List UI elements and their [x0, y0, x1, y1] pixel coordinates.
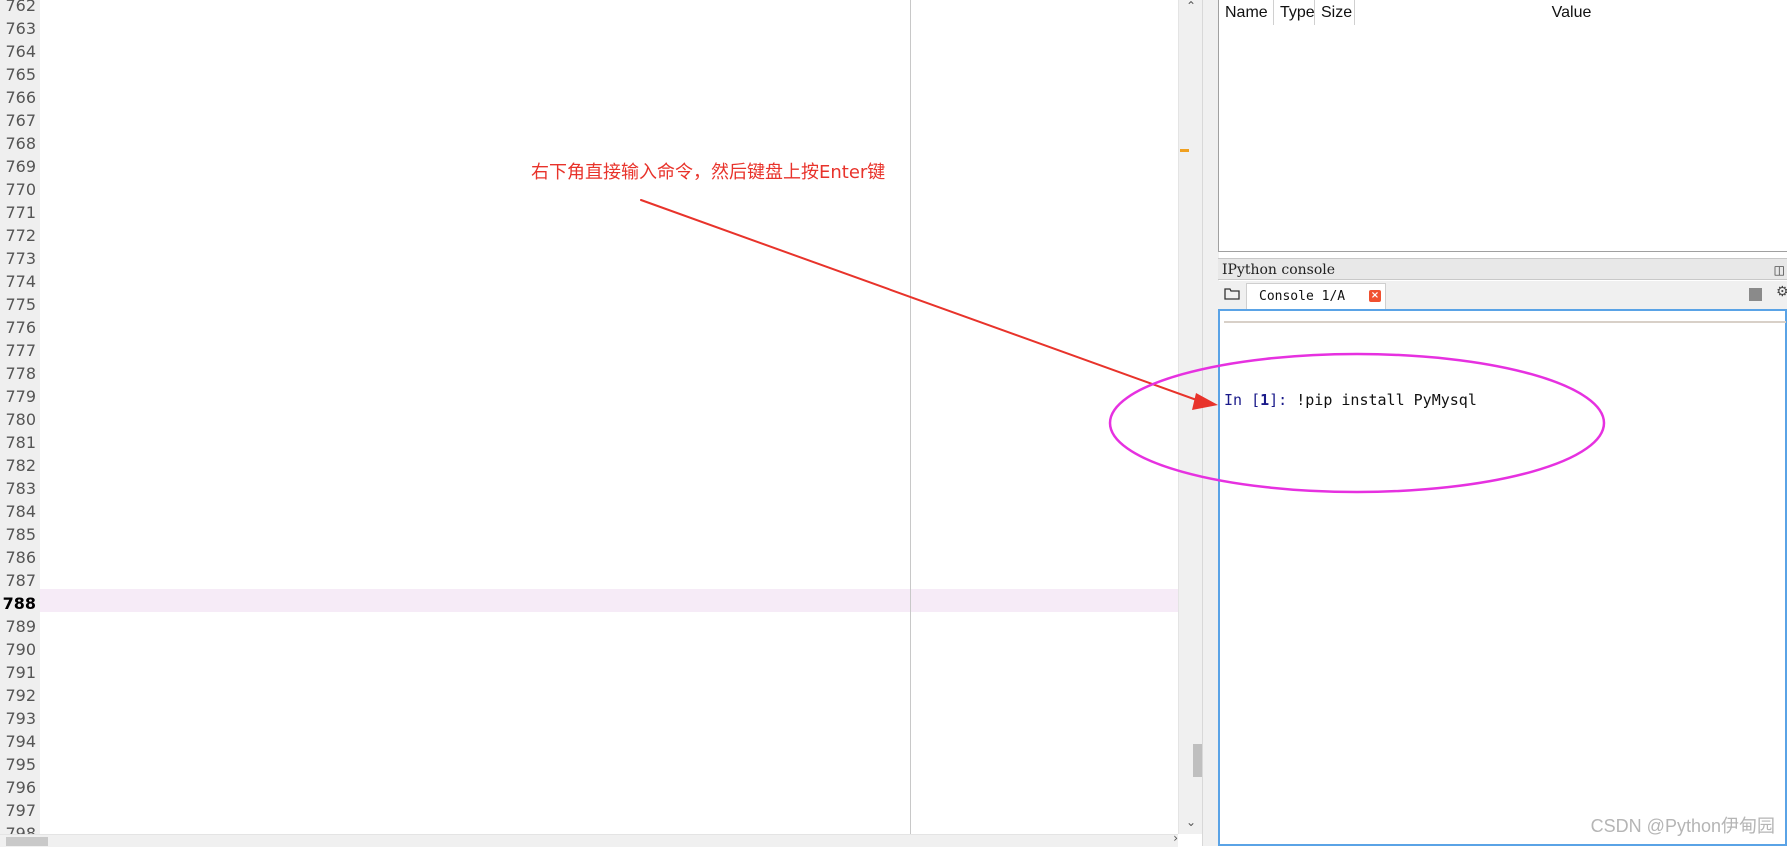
scroll-thumb[interactable]: [1193, 744, 1202, 777]
current-line-highlight: [40, 589, 1178, 612]
watermark: CSDN @Python伊甸园: [1590, 816, 1775, 836]
line-number: 786: [5, 548, 36, 567]
line-number: 766: [5, 88, 36, 107]
line-number: 795: [5, 755, 36, 774]
line-number: 765: [5, 65, 36, 84]
chevron-down-icon[interactable]: ⌄: [1179, 812, 1203, 832]
line-number: 798: [5, 824, 36, 834]
code-editor[interactable]: 762 763 764 765 766 767 768 769 770 771 772 773 774 7…: [0, 0, 1202, 846]
line-number: 792: [5, 686, 36, 705]
variable-explorer-header: Name Type Size Value: [1219, 0, 1787, 25]
tab-console-1a[interactable]: Console 1/A ×: [1246, 283, 1386, 309]
console-output[interactable]: In [1]: !pip install PyMysql: [1218, 309, 1787, 846]
line-number: 787: [5, 571, 36, 590]
line-number: 797: [5, 801, 36, 820]
folder-icon[interactable]: [1224, 287, 1240, 300]
line-number: 782: [5, 456, 36, 475]
line-number: 785: [5, 525, 36, 544]
line-number: 779: [5, 387, 36, 406]
hscroll-thumb[interactable]: [6, 837, 48, 846]
line-number: 767: [5, 111, 36, 130]
console-pane-title: IPython console ◫: [1218, 258, 1787, 280]
line-number: 783: [5, 479, 36, 498]
line-number: 793: [5, 709, 36, 728]
line-number: 789: [5, 617, 36, 636]
annotation-text: 右下角直接输入命令，然后键盘上按Enter键: [531, 162, 886, 183]
stop-icon[interactable]: [1749, 288, 1762, 301]
column-size[interactable]: Size: [1315, 0, 1355, 25]
line-number: 774: [5, 272, 36, 291]
line-number: 778: [5, 364, 36, 383]
variable-explorer: Name Type Size Value: [1218, 0, 1787, 252]
line-number-gutter: 762 763 764 765 766 767 768 769 770 771 772 773 774 7…: [0, 0, 40, 834]
line-number: 773: [5, 249, 36, 268]
warning-marker[interactable]: [1180, 149, 1189, 152]
line-number: 796: [5, 778, 36, 797]
chevron-up-icon[interactable]: ⌃: [1179, 0, 1203, 16]
chevron-right-icon[interactable]: ›: [1173, 831, 1178, 845]
console-tab-label: Console 1/A: [1259, 289, 1346, 304]
line-number: 781: [5, 433, 36, 452]
line-number: 768: [5, 134, 36, 153]
line-number: 777: [5, 341, 36, 360]
edge-line: [910, 0, 911, 834]
line-number: 762: [5, 0, 36, 15]
line-number: 770: [5, 180, 36, 199]
column-value[interactable]: Value: [1355, 0, 1787, 25]
undock-icon[interactable]: ◫: [1774, 259, 1785, 281]
column-type[interactable]: Type: [1274, 0, 1315, 25]
prompt-number: 1: [1260, 391, 1270, 409]
prompt-in-label: In [: [1224, 391, 1261, 409]
line-number: 771: [5, 203, 36, 222]
line-number: 788: [2, 594, 36, 613]
console-command[interactable]: !pip install PyMysql: [1296, 391, 1477, 409]
console-prompt-line[interactable]: In [1]: !pip install PyMysql: [1224, 391, 1477, 409]
editor-horizontal-scrollbar[interactable]: ›: [0, 831, 1178, 847]
line-number: 780: [5, 410, 36, 429]
pane-splitter[interactable]: [1202, 0, 1219, 846]
prompt-close: ]:: [1269, 391, 1297, 409]
close-icon[interactable]: ×: [1369, 290, 1381, 302]
line-number: 775: [5, 295, 36, 314]
column-name[interactable]: Name: [1219, 0, 1274, 25]
line-number: 763: [5, 19, 36, 38]
line-number: 764: [5, 42, 36, 61]
code-area[interactable]: [40, 0, 1178, 834]
console-separator: [1224, 321, 1786, 323]
console-tab-bar: Console 1/A × ⚙: [1218, 281, 1787, 309]
gear-icon[interactable]: ⚙: [1776, 284, 1787, 300]
editor-vertical-scrollbar[interactable]: ⌃ ⌄: [1178, 0, 1203, 834]
line-number: 790: [5, 640, 36, 659]
line-number: 769: [5, 157, 36, 176]
line-number: 776: [5, 318, 36, 337]
line-number: 784: [5, 502, 36, 521]
console-title-text: IPython console: [1222, 262, 1336, 278]
line-number: 794: [5, 732, 36, 751]
line-number: 772: [5, 226, 36, 245]
line-number: 791: [5, 663, 36, 682]
